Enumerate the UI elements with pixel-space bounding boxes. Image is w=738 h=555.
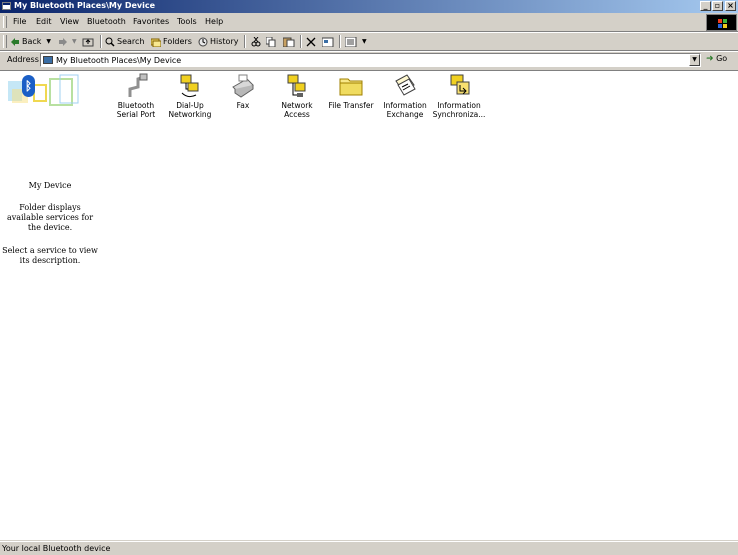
computer-icon bbox=[43, 56, 53, 64]
information-sync-icon bbox=[447, 73, 471, 99]
paste-icon bbox=[282, 37, 295, 47]
address-dropdown-icon[interactable]: ▼ bbox=[689, 54, 700, 66]
go-arrow-icon: ➜ bbox=[706, 54, 714, 64]
menu-bluetooth[interactable]: Bluetooth bbox=[87, 17, 126, 26]
bluetooth-logo-icon: ᛒ bbox=[22, 75, 35, 97]
properties-icon bbox=[321, 37, 334, 47]
menu-tools[interactable]: Tools bbox=[177, 17, 197, 26]
folder-icon bbox=[339, 73, 363, 99]
address-label: Address bbox=[7, 55, 39, 64]
window-icon[interactable] bbox=[2, 2, 11, 10]
views-dropdown-icon[interactable]: ▼ bbox=[362, 38, 367, 45]
banner-graphic bbox=[8, 74, 79, 106]
toolbar-grip bbox=[3, 35, 7, 48]
views-button[interactable]: ▼ bbox=[344, 35, 367, 48]
service-label: Information Synchroniza... bbox=[432, 101, 486, 119]
forward-arrow-icon bbox=[58, 37, 68, 47]
menu-help[interactable]: Help bbox=[205, 17, 223, 26]
sidebar-hint: Select a service to view its description… bbox=[2, 246, 98, 265]
toolbar-separator bbox=[339, 35, 341, 48]
sidebar-description: Folder displays available services for t… bbox=[6, 203, 94, 232]
address-input[interactable]: My Bluetooth Places\My Device ▼ bbox=[40, 53, 701, 67]
menu-bar: File Edit View Bluetooth Favorites Tools… bbox=[0, 14, 704, 30]
menu-file[interactable]: File bbox=[13, 17, 26, 26]
history-label: History bbox=[210, 37, 239, 46]
toolbar-separator bbox=[244, 35, 246, 48]
back-arrow-icon bbox=[10, 37, 20, 47]
folders-label: Folders bbox=[163, 37, 192, 46]
toolbar-separator bbox=[300, 35, 302, 48]
go-label: Go bbox=[716, 54, 728, 63]
folders-button[interactable]: Folders bbox=[150, 35, 192, 48]
search-label: Search bbox=[117, 37, 145, 46]
menu-view[interactable]: View bbox=[60, 17, 79, 26]
serial-port-icon bbox=[124, 73, 148, 99]
forward-button[interactable]: ▼ bbox=[58, 35, 77, 48]
information-exchange-icon bbox=[393, 73, 417, 99]
go-button[interactable]: ➜ Go bbox=[706, 54, 727, 64]
window-title: My Bluetooth Places\My Device bbox=[14, 1, 156, 10]
history-icon bbox=[198, 37, 208, 47]
restore-button[interactable]: ▫ bbox=[712, 1, 723, 11]
copy-to-button[interactable] bbox=[265, 35, 278, 48]
back-label: Back bbox=[22, 37, 42, 46]
standard-toolbar: Back ▼ ▼ Search Folders History ▼ bbox=[0, 33, 738, 50]
menu-favorites[interactable]: Favorites bbox=[133, 17, 169, 26]
dial-up-icon bbox=[178, 73, 202, 99]
bluetooth-banner: ᛒ bbox=[0, 71, 100, 107]
status-bar: Your local Bluetooth device bbox=[0, 541, 738, 555]
menu-edit[interactable]: Edit bbox=[36, 17, 52, 26]
fax-icon bbox=[231, 73, 255, 99]
search-icon bbox=[105, 37, 115, 47]
up-folder-icon bbox=[82, 37, 94, 47]
network-access-icon bbox=[285, 73, 309, 99]
views-icon bbox=[344, 36, 357, 47]
title-bar: My Bluetooth Places\My Device _ ▫ × bbox=[0, 0, 738, 13]
delete-button[interactable] bbox=[306, 35, 318, 48]
search-button[interactable]: Search bbox=[105, 35, 144, 48]
address-bar: Address My Bluetooth Places\My Device ▼ … bbox=[0, 52, 738, 68]
folder-view: ᛒ My Device Folder displays available se… bbox=[0, 70, 738, 540]
menu-grip bbox=[3, 16, 7, 28]
forward-dropdown-icon[interactable]: ▼ bbox=[72, 38, 77, 45]
history-button[interactable]: History bbox=[198, 35, 238, 48]
copy-to-icon bbox=[265, 36, 276, 47]
address-value[interactable]: My Bluetooth Places\My Device bbox=[56, 56, 181, 65]
move-to-button[interactable] bbox=[251, 35, 263, 48]
minimize-button[interactable]: _ bbox=[700, 1, 711, 11]
toolbar-separator bbox=[100, 35, 102, 48]
delete-icon bbox=[306, 37, 316, 47]
back-button[interactable]: Back ▼ bbox=[10, 35, 51, 48]
sidebar-title: My Device bbox=[28, 181, 72, 190]
move-to-icon bbox=[251, 36, 261, 47]
properties-button[interactable] bbox=[321, 35, 336, 48]
close-button[interactable]: × bbox=[725, 1, 736, 11]
windows-logo-icon bbox=[706, 14, 737, 31]
status-text: Your local Bluetooth device bbox=[2, 544, 111, 553]
up-folder-button[interactable] bbox=[82, 35, 96, 48]
paste-button[interactable] bbox=[282, 35, 295, 48]
service-information-synchronization[interactable]: Information Synchroniza... bbox=[427, 73, 491, 119]
back-dropdown-icon[interactable]: ▼ bbox=[46, 38, 51, 45]
folders-icon bbox=[150, 37, 162, 47]
